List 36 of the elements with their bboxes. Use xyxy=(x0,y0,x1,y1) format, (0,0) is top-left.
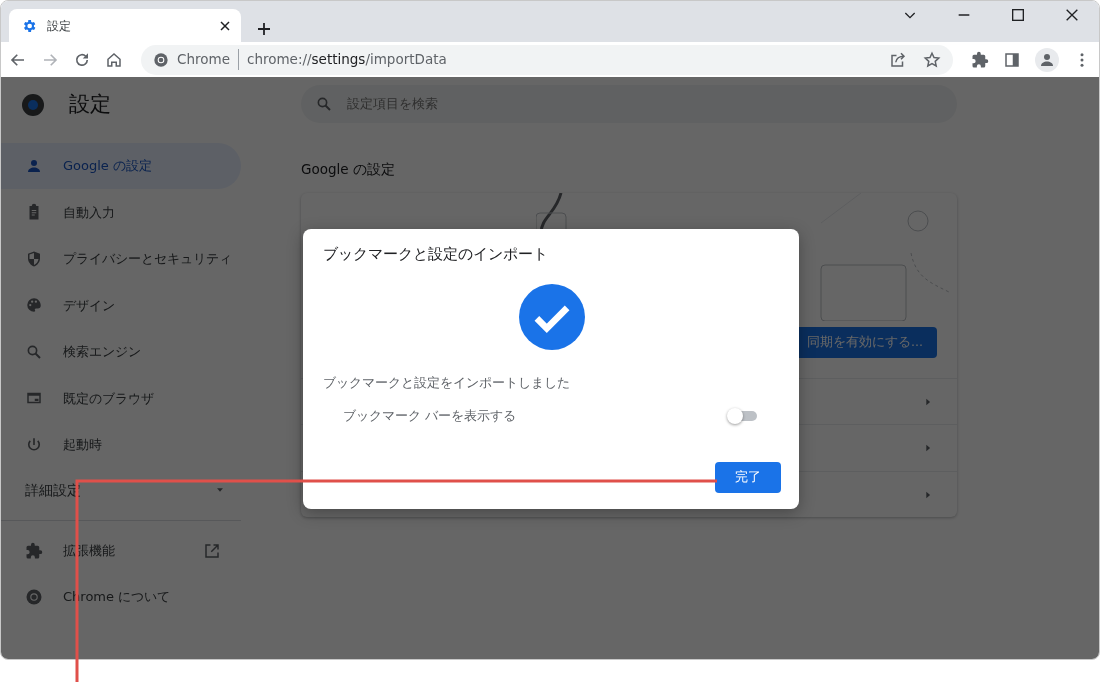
checkmark-icon xyxy=(519,283,585,350)
page-title: 設定 xyxy=(69,91,111,118)
chrome-logo-icon xyxy=(25,588,43,606)
dialog-message: ブックマークと設定をインポートしました xyxy=(323,373,571,392)
sidebar-item[interactable]: プライバシーとセキュリティ xyxy=(1,235,241,282)
done-button[interactable]: 完了 xyxy=(715,462,781,493)
external-link-icon xyxy=(203,541,221,560)
puzzle-icon[interactable] xyxy=(971,50,989,69)
sidebar-item[interactable]: Google の設定 xyxy=(1,142,241,189)
shield-icon xyxy=(25,249,43,268)
section-title: Google の設定 xyxy=(301,160,396,179)
gear-icon xyxy=(21,17,37,34)
sidebar-item[interactable]: 自動入力 xyxy=(1,189,241,236)
address-bar[interactable]: Chrome chrome://settings/importData xyxy=(141,44,953,75)
plus-icon[interactable] xyxy=(255,20,273,38)
puzzle-icon xyxy=(25,541,43,560)
chrome-logo-icon xyxy=(21,92,45,117)
star-icon[interactable] xyxy=(923,50,941,69)
caret-right-icon[interactable] xyxy=(923,443,933,454)
side-panel-icon[interactable] xyxy=(1003,50,1021,69)
sidebar-item[interactable]: 検索エンジン xyxy=(1,328,241,375)
dialog-title: ブックマークと設定のインポート xyxy=(323,244,549,265)
palette-icon xyxy=(25,296,43,315)
sidebar-item[interactable]: 既定のブラウザ xyxy=(1,375,241,422)
chrome-logo-icon xyxy=(153,51,169,68)
home-icon[interactable] xyxy=(105,50,123,69)
sidebar-item[interactable]: 起動時 xyxy=(1,421,241,468)
close-icon[interactable] xyxy=(1064,7,1080,23)
share-icon[interactable] xyxy=(889,50,907,69)
power-icon xyxy=(25,435,43,454)
browser-tab[interactable]: 設定 xyxy=(9,9,241,42)
maximize-icon[interactable] xyxy=(1010,7,1026,23)
toggle-label: ブックマーク バーを表示する xyxy=(343,406,516,425)
caret-right-icon[interactable] xyxy=(923,489,933,500)
caret-right-icon[interactable] xyxy=(923,396,933,407)
sidebar-item[interactable]: デザイン xyxy=(1,282,241,329)
